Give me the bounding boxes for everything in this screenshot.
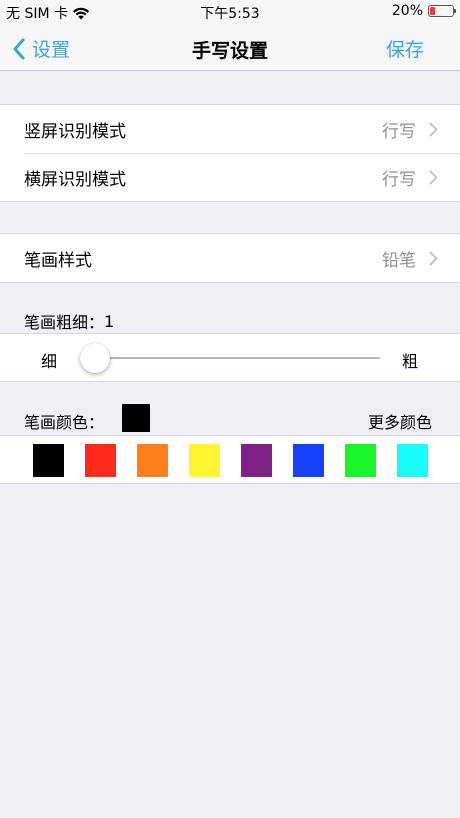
landscape-recognition-row[interactable]: 横屏识别模式 行写 — [0, 153, 460, 201]
color-swatch-red[interactable] — [85, 444, 116, 477]
chevron-right-icon — [429, 251, 438, 266]
row-value: 铅笔 — [382, 250, 416, 271]
portrait-recognition-row[interactable]: 竖屏识别模式 行写 — [0, 105, 460, 153]
recognition-mode-group: 竖屏识别模式 行写 横屏识别模式 行写 — [0, 104, 460, 202]
stroke-width-label: 笔画粗细： — [24, 313, 105, 332]
stroke-style-group: 笔画样式 铅笔 — [0, 233, 460, 283]
battery-tip — [454, 9, 456, 13]
status-right: 20% — [391, 3, 456, 19]
stroke-width-header: 笔画粗细： 1 — [24, 309, 114, 333]
stroke-style-row[interactable]: 笔画样式 铅笔 — [0, 234, 460, 282]
color-swatch-blue[interactable] — [293, 444, 324, 477]
back-button[interactable]: 设置 — [12, 35, 70, 62]
row-label: 竖屏识别模式 — [24, 121, 126, 142]
color-swatch-green[interactable] — [345, 444, 376, 477]
stroke-width-panel: 细 粗 — [0, 333, 460, 382]
color-swatch-black[interactable] — [33, 444, 64, 477]
thick-label: 粗 — [401, 352, 418, 371]
stroke-width-value: 1 — [104, 311, 115, 331]
more-colors-button[interactable]: 更多颜色 — [368, 409, 432, 433]
color-swatch-purple[interactable] — [241, 444, 272, 477]
chevron-right-icon — [429, 122, 438, 137]
battery-level — [430, 7, 435, 15]
current-color-swatch — [122, 404, 150, 432]
navigation-bar: 设置 手写设置 保存 — [0, 24, 460, 71]
save-button[interactable]: 保存 — [386, 35, 424, 62]
back-button-label: 设置 — [32, 39, 71, 61]
color-swatch-orange[interactable] — [137, 444, 168, 477]
chevron-right-icon — [429, 170, 438, 185]
chevron-left-icon — [13, 38, 25, 59]
row-value: 行写 — [382, 169, 416, 190]
battery-icon — [428, 5, 456, 17]
color-swatch-yellow[interactable] — [189, 444, 220, 477]
color-palette — [0, 435, 460, 484]
color-swatch-cyan[interactable] — [397, 444, 428, 477]
slider-thumb[interactable] — [80, 343, 110, 373]
stroke-width-slider[interactable] — [80, 343, 380, 373]
battery-percent: 20% — [391, 3, 423, 19]
row-label: 笔画样式 — [24, 250, 92, 271]
thin-label: 细 — [41, 352, 58, 371]
row-value: 行写 — [382, 121, 416, 142]
stroke-color-label: 笔画颜色： — [24, 413, 105, 432]
row-label: 横屏识别模式 — [24, 169, 126, 190]
status-bar: 无 SIM 卡 下午5:53 20% — [0, 0, 460, 24]
